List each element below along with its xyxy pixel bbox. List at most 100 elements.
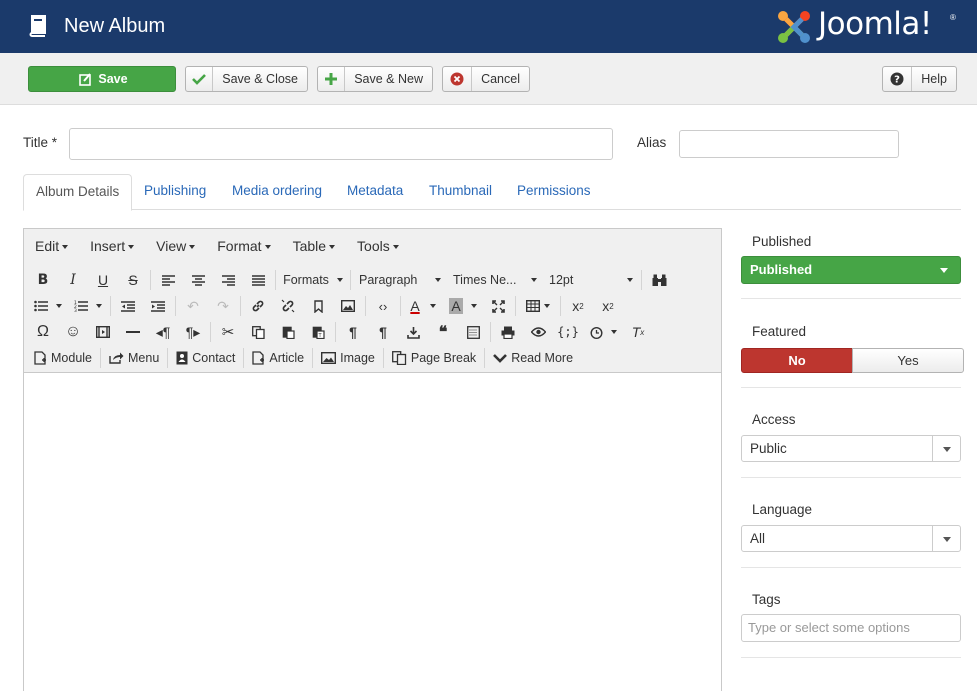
italic-icon[interactable]: I <box>58 268 88 292</box>
indent-icon[interactable] <box>143 294 173 318</box>
unlink-icon[interactable] <box>273 294 303 318</box>
edit-icon <box>76 67 94 91</box>
emoticon-icon[interactable]: ☺ <box>58 320 88 344</box>
numbered-list-icon[interactable]: 123 <box>68 294 108 318</box>
undo-icon[interactable]: ↶ <box>178 294 208 318</box>
redo-icon[interactable]: ↷ <box>208 294 238 318</box>
horizontal-rule-icon[interactable] <box>118 320 148 344</box>
align-right-icon[interactable] <box>213 268 243 292</box>
visual-blocks-icon[interactable]: ¶ <box>368 320 398 344</box>
paste-text-icon[interactable]: T <box>303 320 333 344</box>
editor-content-area[interactable] <box>24 374 721 691</box>
save-close-button[interactable]: Save & Close <box>185 66 308 92</box>
help-button[interactable]: ? Help <box>882 66 957 92</box>
divider <box>741 567 961 568</box>
font-family-dropdown[interactable]: Times Ne... <box>447 268 543 292</box>
tab-permissions[interactable]: Permissions <box>517 174 591 210</box>
menu-view[interactable]: View <box>145 229 206 263</box>
tab-publishing[interactable]: Publishing <box>144 174 206 210</box>
print-icon[interactable] <box>493 320 523 344</box>
page-break-button[interactable]: Page Break <box>386 346 482 370</box>
featured-yes-toggle[interactable]: Yes <box>852 348 964 373</box>
menu-view-label: View <box>156 238 187 254</box>
align-center-icon[interactable] <box>183 268 213 292</box>
menu-button[interactable]: Menu <box>103 346 165 370</box>
bullet-list-icon[interactable] <box>28 294 68 318</box>
fullscreen-icon[interactable] <box>483 294 513 318</box>
image-button[interactable]: Image <box>315 346 381 370</box>
contact-button[interactable]: Contact <box>170 346 241 370</box>
toolbar-row-4: Module Menu Contact Article Image Page B… <box>28 345 579 371</box>
language-select[interactable]: All <box>741 525 961 552</box>
read-more-button[interactable]: Read More <box>487 346 579 370</box>
clear-formatting-icon[interactable]: Tx <box>623 320 653 344</box>
insert-break-icon[interactable] <box>398 320 428 344</box>
media-icon[interactable] <box>88 320 118 344</box>
menu-table[interactable]: Table <box>282 229 346 263</box>
blockquote-icon[interactable]: ❝ <box>428 320 458 344</box>
alias-input[interactable] <box>679 130 899 158</box>
cancel-button[interactable]: Cancel <box>442 66 530 92</box>
featured-label: Featured <box>752 324 807 339</box>
featured-no-toggle[interactable]: No <box>741 348 853 373</box>
check-icon <box>186 67 214 91</box>
underline-icon[interactable]: U <box>88 268 118 292</box>
block-format-dropdown[interactable]: Paragraph <box>353 268 447 292</box>
divider <box>741 387 961 388</box>
toolbar-row-1: B I U S Formats Paragraph Times Ne... 12… <box>28 267 674 293</box>
article-button[interactable]: Article <box>246 346 310 370</box>
special-char-icon[interactable]: Ω <box>28 320 58 344</box>
action-toolbar: Save Save & Close Save & New Cancel ? He… <box>0 53 977 105</box>
image-icon[interactable] <box>333 294 363 318</box>
tags-input[interactable]: Type or select some options <box>741 614 961 642</box>
module-button[interactable]: Module <box>28 346 98 370</box>
text-color-icon[interactable]: A <box>403 294 443 318</box>
menu-format[interactable]: Format <box>206 229 281 263</box>
title-input[interactable] <box>69 128 613 160</box>
caret-down-icon <box>940 268 948 273</box>
menu-tools[interactable]: Tools <box>346 229 410 263</box>
link-icon[interactable] <box>243 294 273 318</box>
bold-icon[interactable]: B <box>28 268 58 292</box>
visual-chars-icon[interactable]: ¶ <box>338 320 368 344</box>
menu-table-label: Table <box>292 238 327 254</box>
code-sample-icon[interactable]: {;} <box>553 320 583 344</box>
subscript-icon[interactable]: x2 <box>563 294 593 318</box>
preview-icon[interactable] <box>523 320 553 344</box>
ltr-icon[interactable]: ◂¶ <box>148 320 178 344</box>
table-icon[interactable] <box>518 294 558 318</box>
binoculars-icon[interactable] <box>644 268 674 292</box>
formats-dropdown[interactable]: Formats <box>278 268 348 292</box>
background-color-icon[interactable]: A <box>443 294 483 318</box>
outdent-icon[interactable] <box>113 294 143 318</box>
picture-icon <box>321 352 337 364</box>
align-justify-icon[interactable] <box>243 268 273 292</box>
strikethrough-icon[interactable]: S <box>118 268 148 292</box>
align-left-icon[interactable] <box>153 268 183 292</box>
access-value: Public <box>750 441 787 456</box>
toolbar-row-2: 123 ↶ ↷ ‹› A A x2 x2 <box>28 293 623 319</box>
tab-media-ordering[interactable]: Media ordering <box>232 174 322 210</box>
tab-thumbnail[interactable]: Thumbnail <box>429 174 492 210</box>
insert-datetime-icon[interactable] <box>583 320 623 344</box>
editor-toolbar: Edit Insert View Format Table Tools B I … <box>24 229 721 373</box>
bookmark-icon[interactable] <box>303 294 333 318</box>
cut-icon[interactable]: ✂ <box>213 320 243 344</box>
menu-edit[interactable]: Edit <box>24 229 79 263</box>
paste-icon[interactable] <box>273 320 303 344</box>
save-new-button[interactable]: Save & New <box>317 66 433 92</box>
access-select[interactable]: Public <box>741 435 961 462</box>
copy-icon[interactable] <box>243 320 273 344</box>
tab-metadata[interactable]: Metadata <box>347 174 403 210</box>
tab-album-details[interactable]: Album Details <box>23 174 133 211</box>
font-size-dropdown[interactable]: 12pt <box>543 268 639 292</box>
rtl-icon[interactable]: ¶▸ <box>178 320 208 344</box>
superscript-icon[interactable]: x2 <box>593 294 623 318</box>
menu-insert[interactable]: Insert <box>79 229 145 263</box>
save-button[interactable]: Save <box>28 66 176 92</box>
status-dropdown[interactable]: Published <box>741 256 961 284</box>
code-icon[interactable]: ‹› <box>368 294 398 318</box>
editor-menubar: Edit Insert View Format Table Tools <box>24 229 410 263</box>
status-value: Published <box>750 262 813 277</box>
template-icon[interactable] <box>458 320 488 344</box>
